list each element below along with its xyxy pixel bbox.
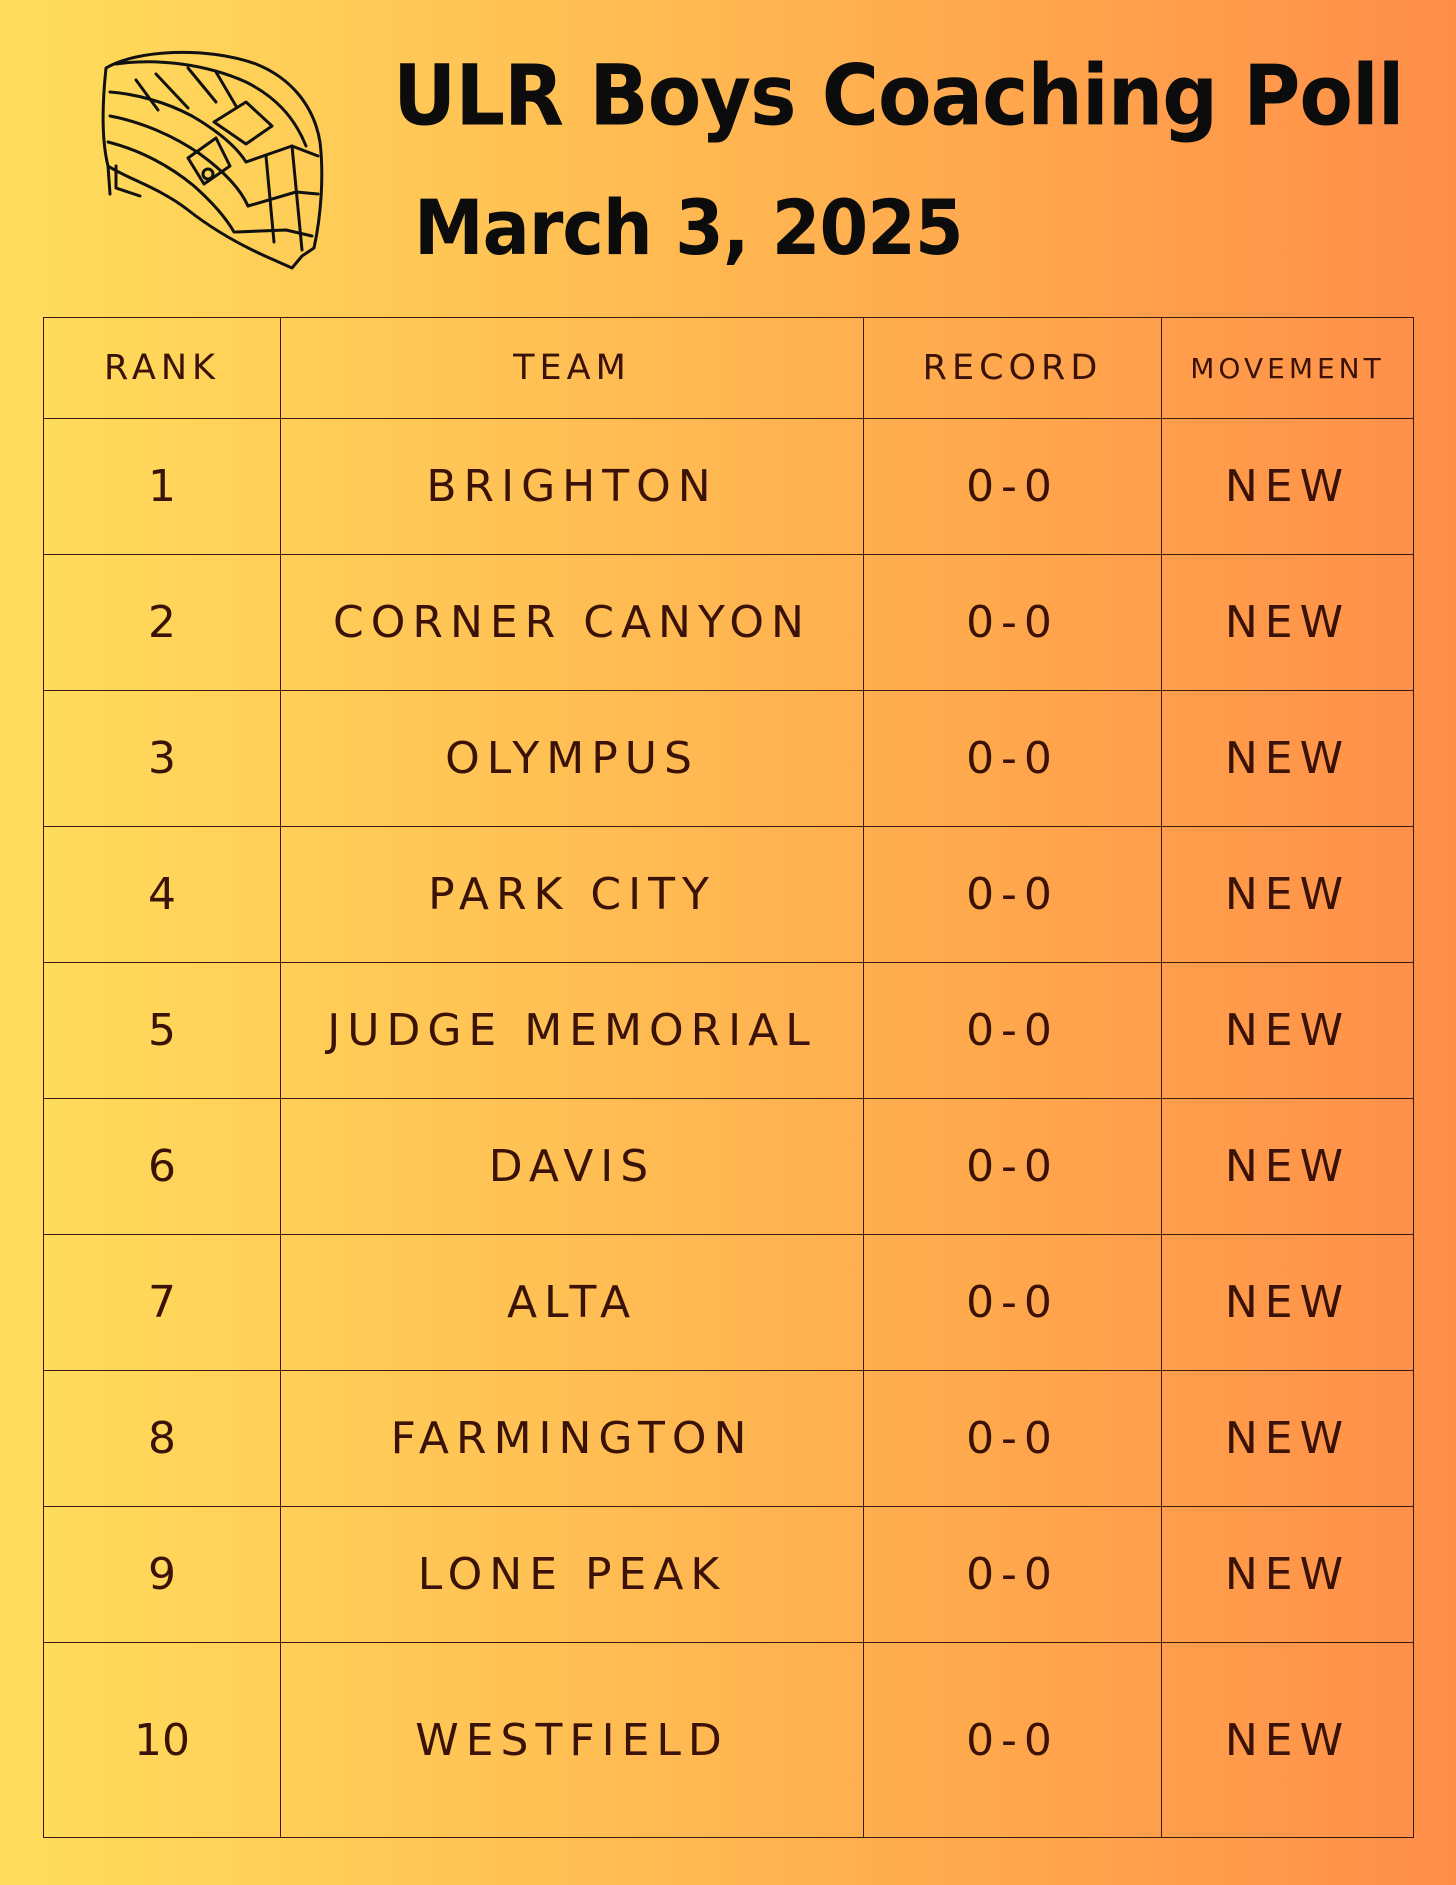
header-team: TEAM bbox=[280, 317, 864, 419]
team-cell: WESTFIELD bbox=[280, 1642, 864, 1838]
record-cell: 0-0 bbox=[863, 1234, 1162, 1371]
header-record: RECORD bbox=[863, 317, 1162, 419]
record-cell: 0-0 bbox=[863, 1642, 1162, 1838]
table-row: 5 JUDGE MEMORIAL 0-0 NEW bbox=[43, 962, 1414, 1099]
record-cell: 0-0 bbox=[863, 418, 1162, 555]
header-movement: MOVEMENT bbox=[1161, 317, 1414, 419]
movement-cell: NEW bbox=[1161, 418, 1414, 555]
record-cell: 0-0 bbox=[863, 826, 1162, 963]
movement-cell: NEW bbox=[1161, 1642, 1414, 1838]
table-row: 3 OLYMPUS 0-0 NEW bbox=[43, 690, 1414, 827]
team-cell: ALTA bbox=[280, 1234, 864, 1371]
team-cell: LONE PEAK bbox=[280, 1506, 864, 1643]
movement-cell: NEW bbox=[1161, 962, 1414, 1099]
rank-cell: 8 bbox=[43, 1370, 281, 1507]
table-row: 4 PARK CITY 0-0 NEW bbox=[43, 826, 1414, 963]
record-cell: 0-0 bbox=[863, 1506, 1162, 1643]
header-rank: RANK bbox=[43, 317, 281, 419]
rank-cell: 3 bbox=[43, 690, 281, 827]
page-title: ULR Boys Coaching Poll bbox=[393, 48, 1404, 146]
movement-cell: NEW bbox=[1161, 1506, 1414, 1643]
record-cell: 0-0 bbox=[863, 962, 1162, 1099]
team-cell: CORNER CANYON bbox=[280, 554, 864, 691]
rank-cell: 5 bbox=[43, 962, 281, 1099]
movement-cell: NEW bbox=[1161, 1234, 1414, 1371]
movement-cell: NEW bbox=[1161, 690, 1414, 827]
rank-cell: 4 bbox=[43, 826, 281, 963]
table-row: 7 ALTA 0-0 NEW bbox=[43, 1234, 1414, 1371]
lacrosse-helmet-icon bbox=[101, 50, 324, 270]
table-row: 2 CORNER CANYON 0-0 NEW bbox=[43, 554, 1414, 691]
table-header-row: RANK TEAM RECORD MOVEMENT bbox=[43, 317, 1414, 419]
table-row: 8 FARMINGTON 0-0 NEW bbox=[43, 1370, 1414, 1507]
record-cell: 0-0 bbox=[863, 1098, 1162, 1235]
team-cell: PARK CITY bbox=[280, 826, 864, 963]
rank-cell: 9 bbox=[43, 1506, 281, 1643]
rank-cell: 1 bbox=[43, 418, 281, 555]
movement-cell: NEW bbox=[1161, 826, 1414, 963]
rank-cell: 2 bbox=[43, 554, 281, 691]
rankings-table: RANK TEAM RECORD MOVEMENT 1 BRIGHTON 0-0… bbox=[43, 317, 1414, 1838]
movement-cell: NEW bbox=[1161, 1370, 1414, 1507]
record-cell: 0-0 bbox=[863, 554, 1162, 691]
record-cell: 0-0 bbox=[863, 1370, 1162, 1507]
team-cell: DAVIS bbox=[280, 1098, 864, 1235]
table-row: 9 LONE PEAK 0-0 NEW bbox=[43, 1506, 1414, 1643]
record-cell: 0-0 bbox=[863, 690, 1162, 827]
rank-cell: 6 bbox=[43, 1098, 281, 1235]
table-row: 10 WESTFIELD 0-0 NEW bbox=[43, 1642, 1414, 1838]
team-cell: BRIGHTON bbox=[280, 418, 864, 555]
team-cell: OLYMPUS bbox=[280, 690, 864, 827]
table-row: 6 DAVIS 0-0 NEW bbox=[43, 1098, 1414, 1235]
rank-cell: 7 bbox=[43, 1234, 281, 1371]
team-cell: FARMINGTON bbox=[280, 1370, 864, 1507]
movement-cell: NEW bbox=[1161, 554, 1414, 691]
poll-date: March 3, 2025 bbox=[414, 184, 964, 273]
rank-cell: 10 bbox=[43, 1642, 281, 1838]
movement-cell: NEW bbox=[1161, 1098, 1414, 1235]
table-row: 1 BRIGHTON 0-0 NEW bbox=[43, 418, 1414, 555]
team-cell: JUDGE MEMORIAL bbox=[280, 962, 864, 1099]
